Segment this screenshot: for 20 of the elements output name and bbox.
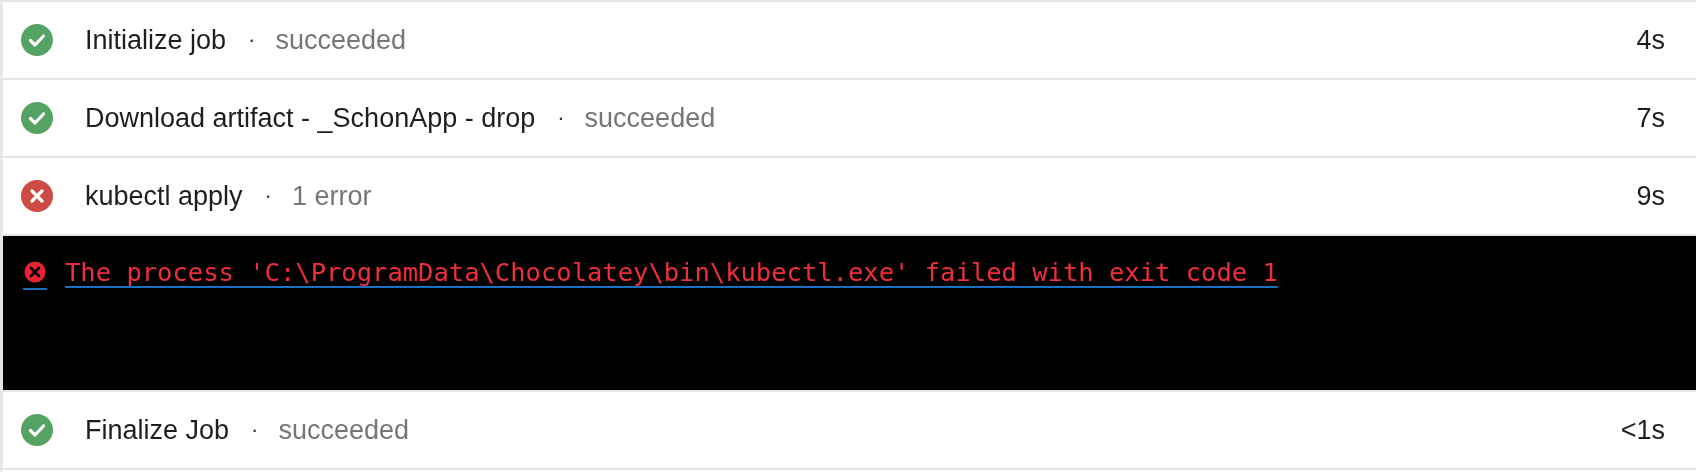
step-name: Initialize job	[85, 24, 227, 56]
separator-dot: ·	[251, 417, 259, 443]
step-row[interactable]: Finalize Job · succeeded <1s	[3, 392, 1696, 470]
step-row[interactable]: Initialize job · succeeded 4s	[3, 2, 1696, 80]
error-link[interactable]: The process 'C:\ProgramData\Chocolatey\bin\kubectl.exe' failed with exit code 1	[65, 257, 1278, 287]
step-duration: 7s	[1636, 102, 1665, 134]
step-status: succeeded	[275, 24, 406, 56]
step-name: Download artifact - _SchonApp - drop	[85, 102, 536, 134]
separator-dot: ·	[557, 105, 565, 131]
step-duration: <1s	[1620, 414, 1665, 446]
step-status: succeeded	[278, 414, 409, 446]
step-duration: 9s	[1636, 180, 1665, 212]
separator-dot: ·	[248, 27, 256, 53]
step-row[interactable]: Download artifact - _SchonApp - drop · succeeded 7s	[3, 80, 1696, 158]
step-status: succeeded	[584, 102, 716, 134]
step-duration: 4s	[1636, 24, 1665, 56]
separator-dot: ·	[264, 183, 272, 209]
step-name: Finalize Job	[85, 414, 230, 446]
step-status: 1 error	[291, 180, 372, 212]
step-name: kubectl apply	[85, 180, 243, 212]
